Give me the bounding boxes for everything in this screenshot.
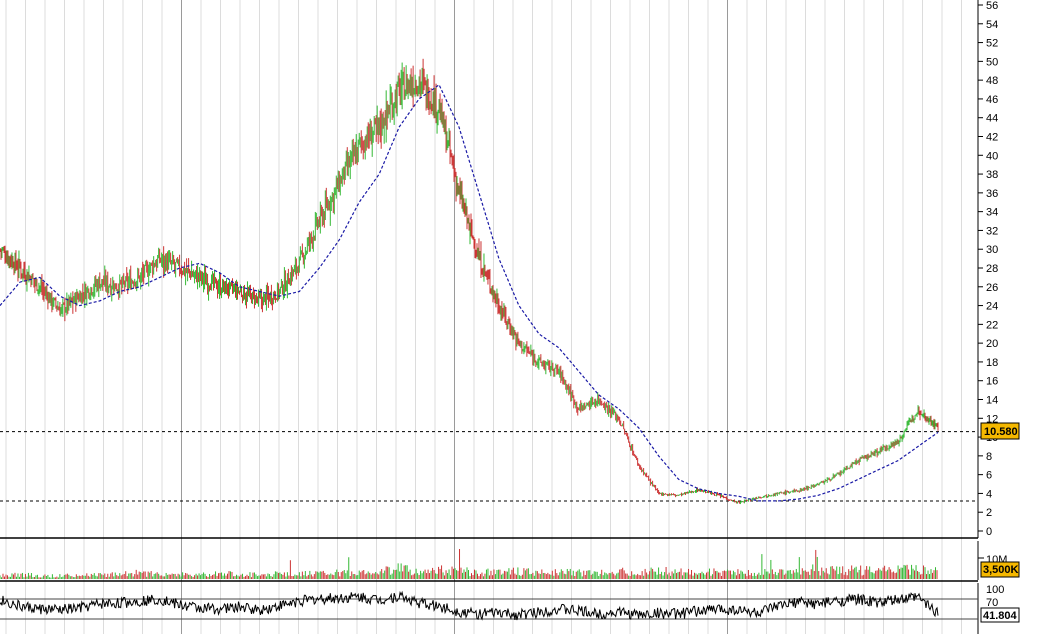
volume-panel: 10M 3,500K	[0, 541, 1020, 580]
price-tick-label: 2	[986, 507, 992, 519]
last-price-label: 10.580	[984, 426, 1018, 438]
price-tick-label: 48	[986, 75, 998, 87]
price-tick-label: 6	[986, 470, 992, 482]
volume-tag: 3,500K	[980, 561, 1020, 578]
price-tick-label: 30	[986, 244, 998, 256]
price-tick-label: 4	[986, 488, 992, 500]
price-axis-ticks: 0246810121416182022242628303234363840424…	[978, 0, 998, 538]
price-tick-label: 56	[986, 0, 998, 12]
vertical-gridlines	[5, 0, 962, 634]
price-tick-label: 18	[986, 357, 998, 369]
price-panel: 0246810121416182022242628303234363840424…	[0, 0, 1020, 634]
price-tick-label: 14	[986, 395, 998, 407]
price-tick-label: 24	[986, 301, 998, 313]
volume-bars	[0, 549, 938, 579]
oscillator-tick-70: 70	[986, 597, 998, 609]
oscillator-panel: 100 70 41.804	[0, 583, 1020, 634]
price-tick-label: 54	[986, 19, 998, 31]
price-tick-label: 20	[986, 338, 998, 350]
price-tick-label: 22	[986, 319, 998, 331]
price-tick-label: 0	[986, 526, 992, 538]
oscillator-tag: 41.804	[980, 607, 1020, 623]
price-tick-label: 50	[986, 56, 998, 68]
oscillator-tick-100: 100	[986, 584, 1004, 596]
stock-chart: 0246810121416182022242628303234363840424…	[0, 0, 1020, 634]
price-tick-label: 36	[986, 188, 998, 200]
volume-last-label: 3,500K	[983, 564, 1019, 576]
last-price-tag: 10.580	[980, 422, 1020, 440]
price-tick-label: 28	[986, 263, 998, 275]
price-tick-label: 16	[986, 376, 998, 388]
reference-lines	[0, 431, 978, 502]
price-tick-label: 38	[986, 169, 998, 181]
price-tick-label: 42	[986, 132, 998, 144]
price-tick-label: 32	[986, 225, 998, 237]
price-tick-label: 26	[986, 282, 998, 294]
price-bars	[0, 58, 939, 505]
price-tick-label: 46	[986, 94, 998, 106]
price-tick-label: 34	[986, 207, 998, 219]
price-tick-label: 44	[986, 113, 998, 125]
oscillator-line	[0, 590, 939, 621]
moving-average-line	[0, 83, 939, 502]
price-tick-label: 40	[986, 150, 998, 162]
price-tick-label: 8	[986, 451, 992, 463]
price-tick-label: 52	[986, 38, 998, 50]
oscillator-last-label: 41.804	[983, 610, 1018, 622]
